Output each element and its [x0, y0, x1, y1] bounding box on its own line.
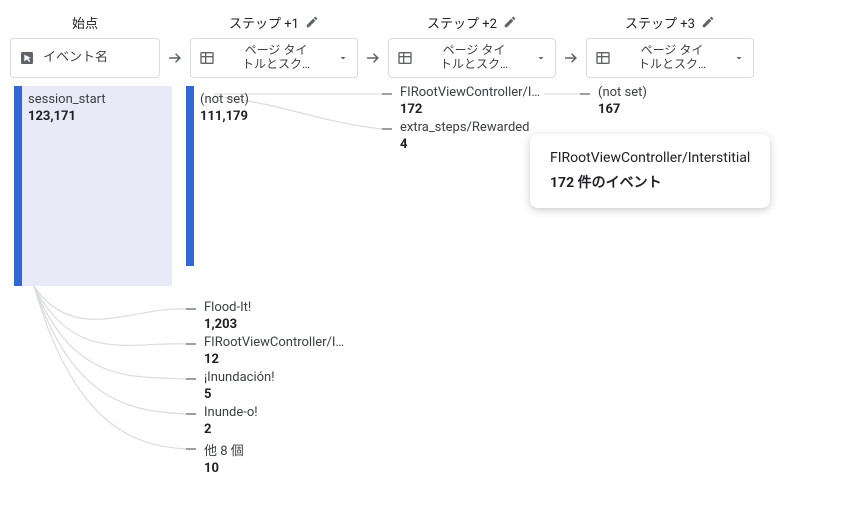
- arrow-right-icon: [556, 38, 586, 78]
- arrow-right-icon: [160, 38, 190, 78]
- col-header-step2-label: ステップ +2: [427, 13, 497, 32]
- selector-step1[interactable]: ページ タイ トルとスク…: [190, 38, 358, 78]
- node-label: Inunde-o!: [204, 405, 354, 420]
- col-header-step2: ステップ +2: [388, 12, 556, 32]
- pencil-icon[interactable]: [305, 15, 319, 29]
- node-value: 10: [204, 461, 354, 476]
- node-value: 172: [400, 102, 550, 117]
- selector-step1-label: ページ タイ トルとスク…: [223, 44, 329, 72]
- col-header-start: 始点: [10, 12, 160, 32]
- selector-step3[interactable]: ページ タイ トルとスク…: [586, 38, 754, 78]
- node-value: 5: [204, 387, 354, 402]
- node-value: 4: [400, 137, 550, 152]
- node-tick: [186, 448, 196, 450]
- node-label-more: 他 8 個: [204, 440, 354, 459]
- node-firoot-step1[interactable]: FIRootViewController/I… 12: [204, 335, 354, 367]
- node-tick: [186, 343, 196, 345]
- tooltip: FIRootViewController/Interstitial 172 件の…: [530, 134, 770, 208]
- table-icon: [595, 50, 611, 66]
- caret-down-icon: [535, 52, 547, 64]
- node-inunde-o[interactable]: Inunde-o! 2: [204, 405, 354, 437]
- node-inundacion[interactable]: ¡Inundación! 5: [204, 370, 354, 402]
- node-extra-steps[interactable]: extra_steps/Rewarded 4: [400, 120, 550, 152]
- node-label: Flood-It!: [204, 300, 354, 315]
- node-bar: [14, 86, 22, 286]
- col-header-step3-label: ステップ +3: [625, 13, 695, 32]
- selector-step2[interactable]: ページ タイ トルとスク…: [388, 38, 556, 78]
- node-value: 111,179: [200, 109, 350, 124]
- node-flood-it[interactable]: Flood-It! 1,203: [204, 300, 354, 332]
- caret-down-icon: [733, 52, 745, 64]
- arrow-right-icon: [358, 38, 388, 78]
- node-not-set-step1[interactable]: (not set) 111,179: [200, 92, 350, 124]
- node-label: ¡Inundación!: [204, 370, 354, 385]
- node-tick: [186, 413, 196, 415]
- table-icon: [397, 50, 413, 66]
- node-value: 1,203: [204, 317, 354, 332]
- tooltip-subtitle: 172 件のイベント: [550, 172, 750, 192]
- node-value: 12: [204, 352, 354, 367]
- selector-step3-label: ページ タイ トルとスク…: [619, 44, 725, 72]
- pencil-icon[interactable]: [503, 15, 517, 29]
- col-header-step1-label: ステップ +1: [229, 13, 299, 32]
- node-label: (not set): [200, 92, 350, 107]
- node-value: 2: [204, 422, 354, 437]
- node-bar: [186, 86, 194, 266]
- path-exploration-chart: session_start 123,171 (not set) 111,179 …: [14, 86, 734, 506]
- col-header-step3: ステップ +3: [586, 12, 754, 32]
- node-firoot-step2[interactable]: FIRootViewController/I… 172: [400, 85, 550, 117]
- node-label: FIRootViewController/I…: [204, 335, 354, 350]
- cursor-icon: [19, 50, 35, 66]
- node-label: (not set): [598, 85, 718, 100]
- col-header-step1: ステップ +1: [190, 12, 358, 32]
- pencil-icon[interactable]: [701, 15, 715, 29]
- caret-down-icon: [337, 52, 349, 64]
- node-tick: [186, 378, 196, 380]
- node-label: FIRootViewController/I…: [400, 85, 550, 100]
- tooltip-title: FIRootViewController/Interstitial: [550, 150, 750, 166]
- node-label: session_start: [28, 92, 168, 107]
- node-tick: [382, 93, 392, 95]
- col-header-start-label: 始点: [72, 13, 98, 32]
- selector-start-label: イベント名: [43, 51, 151, 66]
- node-more-link[interactable]: 他 8 個 10: [204, 440, 354, 476]
- selector-step2-label: ページ タイ トルとスク…: [421, 44, 527, 72]
- node-value: 167: [598, 102, 718, 117]
- selector-start[interactable]: イベント名: [10, 38, 160, 78]
- node-tick: [382, 128, 392, 130]
- node-tick: [580, 93, 590, 95]
- table-icon: [199, 50, 215, 66]
- node-tick: [186, 308, 196, 310]
- node-not-set-step3[interactable]: (not set) 167: [598, 85, 718, 117]
- node-label: extra_steps/Rewarded: [400, 120, 550, 135]
- node-value: 123,171: [28, 109, 168, 124]
- node-session-start[interactable]: session_start 123,171: [28, 92, 168, 124]
